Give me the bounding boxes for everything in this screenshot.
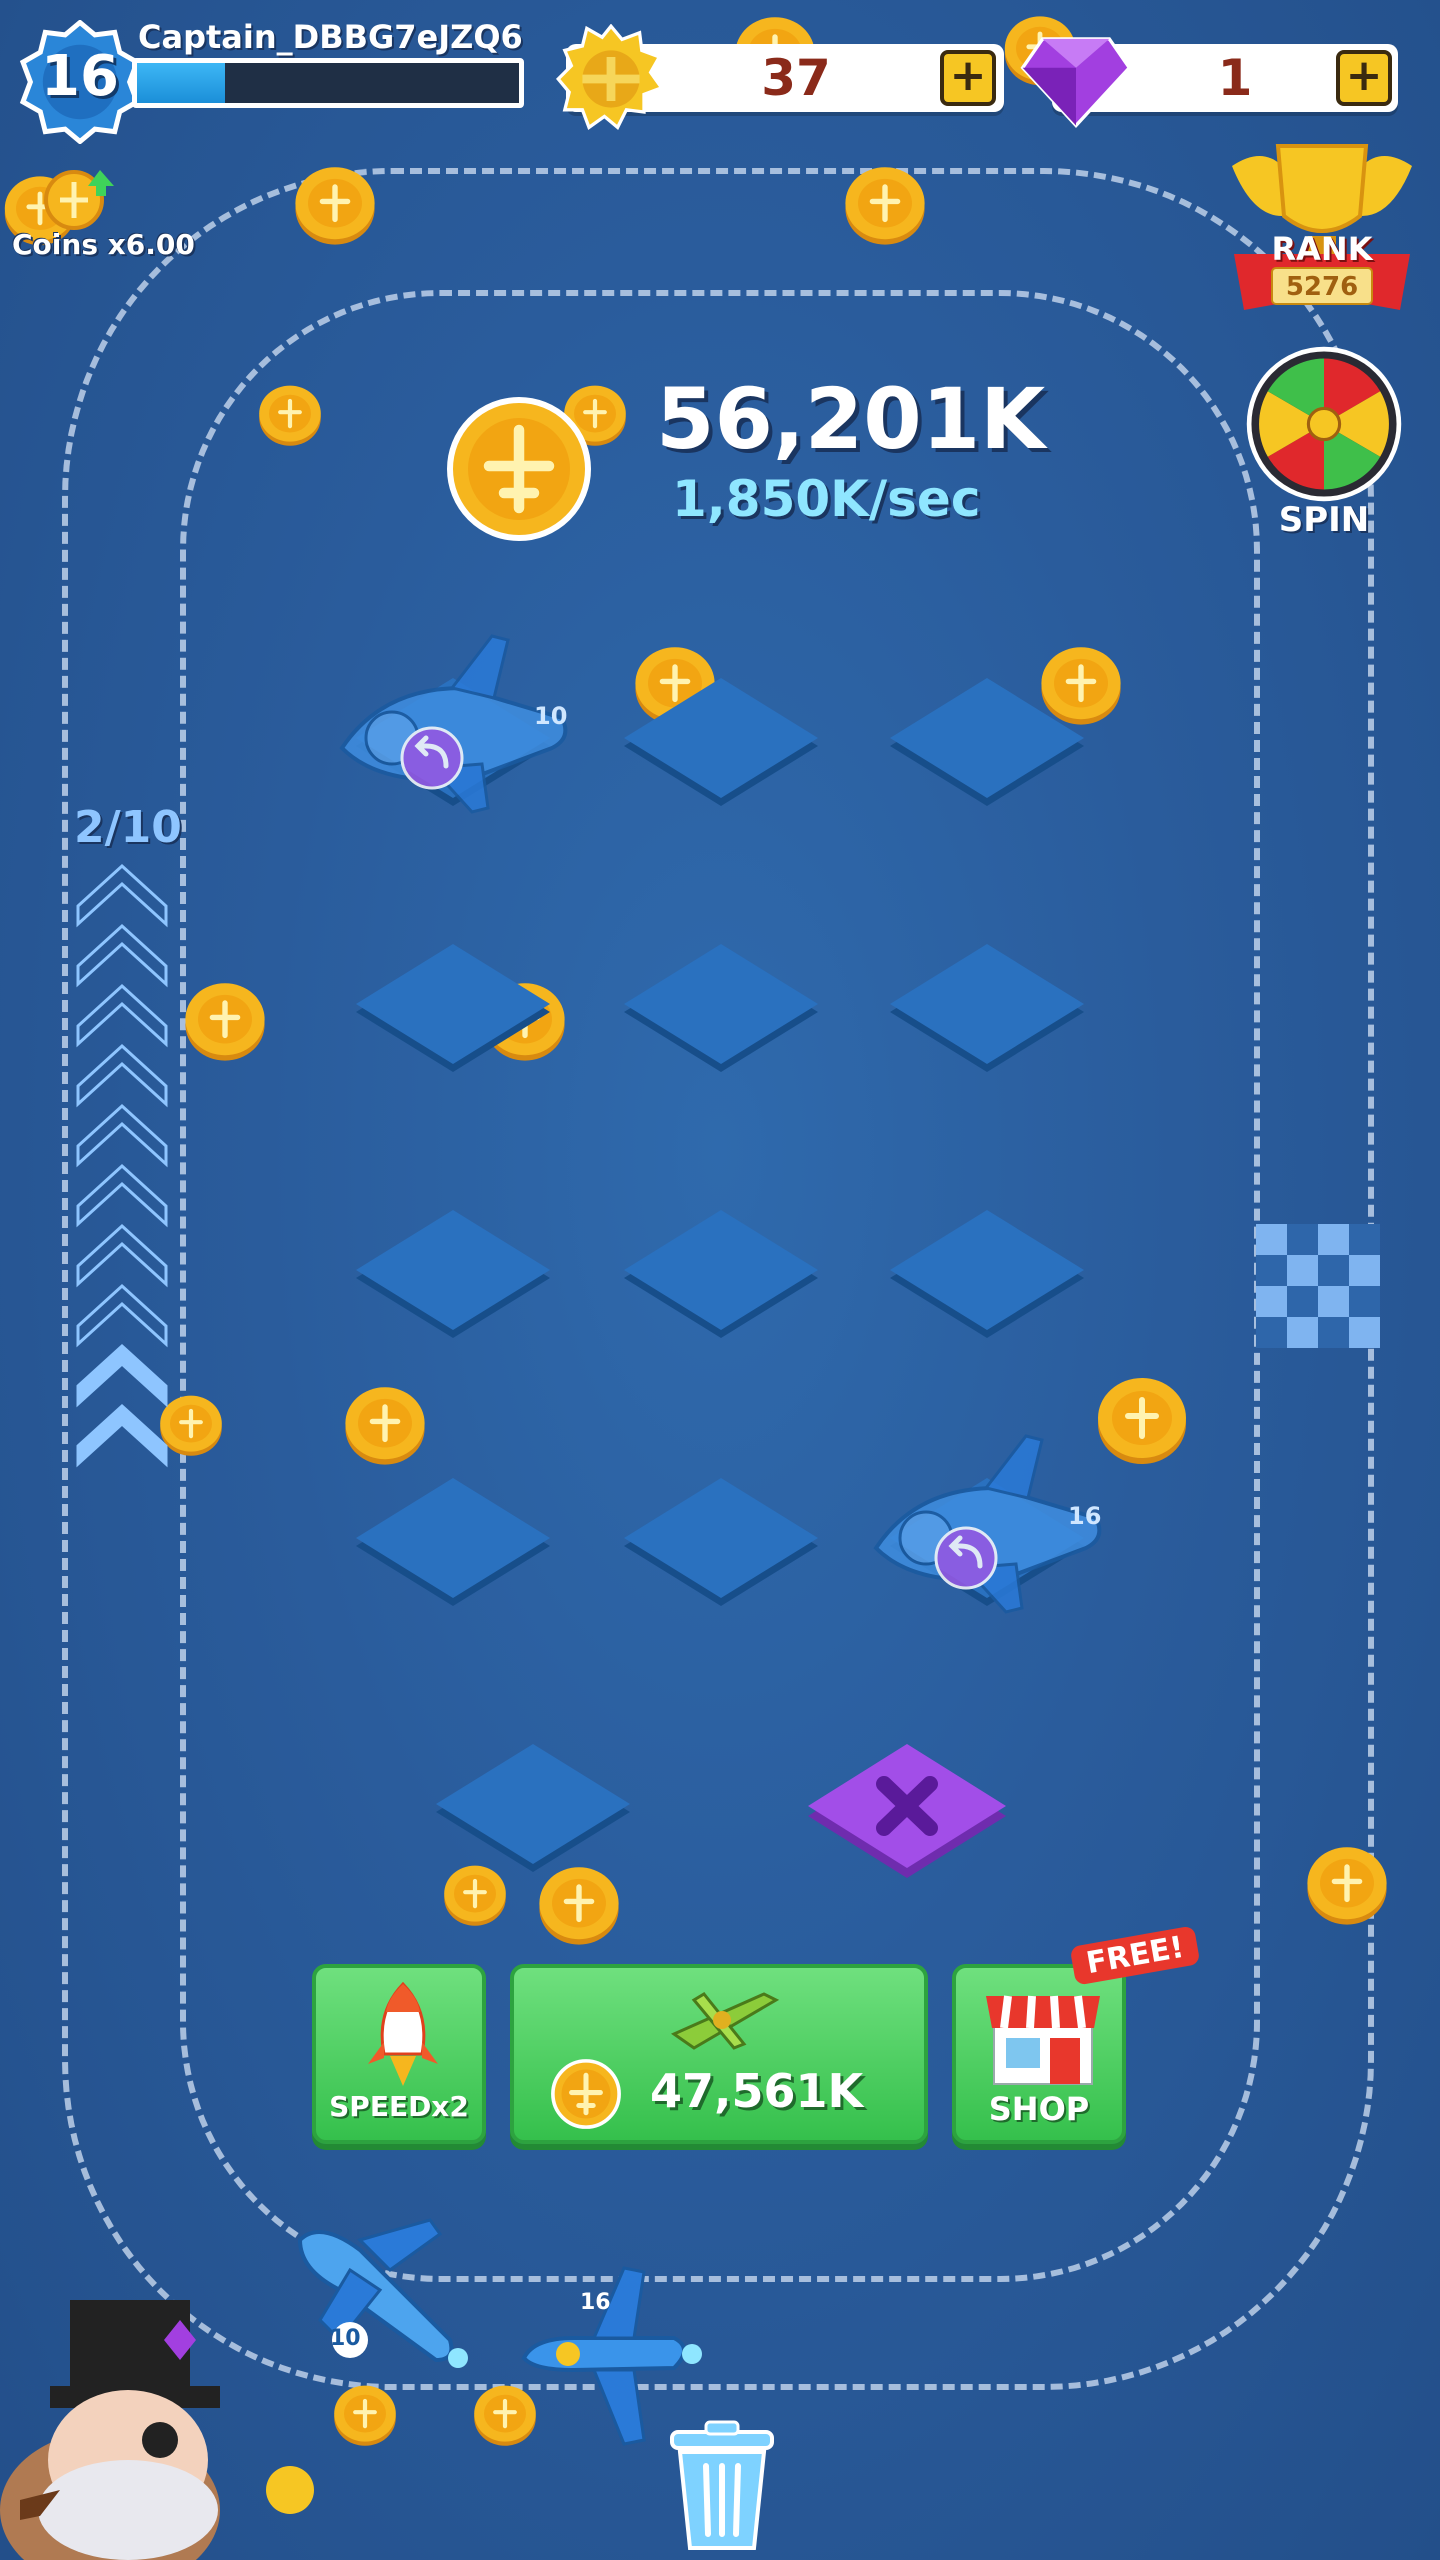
player-name: Captain_DBBG7eJZQ6 (138, 18, 523, 56)
speed-label: SPEEDx2 (329, 2090, 469, 2123)
spin-wheel-icon (1246, 346, 1402, 502)
grid-slot[interactable] (882, 944, 1092, 1094)
rank-label: RANK (1271, 230, 1373, 268)
chevron-icon (76, 863, 168, 928)
grid-slot[interactable] (882, 1210, 1092, 1360)
merge-plane-level: 10 (534, 702, 568, 730)
chevron-icon (76, 923, 168, 988)
coin-icon (1307, 1847, 1387, 1925)
chevron-icon (76, 983, 168, 1048)
add-gems-button[interactable]: + (1336, 50, 1392, 106)
grid-slot[interactable] (616, 1210, 826, 1360)
chevron-icon (76, 1343, 168, 1408)
captain-character (0, 2300, 314, 2560)
chevron-icon (76, 1223, 168, 1288)
rank-button[interactable]: RANK 5276 (1222, 136, 1422, 316)
recall-icon (934, 1526, 998, 1590)
speed-boost-button[interactable]: SPEEDx2 (312, 1964, 486, 2144)
coin-icon (845, 167, 925, 245)
gems-value: 1 (1217, 49, 1253, 107)
bottom-slot[interactable] (428, 1744, 638, 1894)
chevron-icon (76, 1163, 168, 1228)
chevron-icon (76, 1283, 168, 1348)
grid-slot[interactable] (348, 1478, 558, 1628)
level-number: 16 (41, 44, 119, 109)
gold-value: 37 (761, 49, 831, 107)
locked-slot[interactable] (800, 1744, 1014, 1898)
grid-slot[interactable] (348, 1210, 558, 1360)
rank-value: 5276 (1285, 272, 1359, 302)
buy-plane-button[interactable]: 47,561K (510, 1964, 928, 2144)
xp-bar-fill (137, 63, 225, 103)
shop-button[interactable]: SHOP (952, 1964, 1126, 2144)
coin-total: 56,201K (656, 370, 1046, 468)
grid-slot[interactable] (882, 678, 1092, 828)
merge-plane-level: 16 (1068, 1502, 1102, 1530)
wave-progress-chevrons (76, 863, 168, 1468)
gold-medal-icon (556, 24, 665, 131)
flying-plane-level: 16 (580, 2290, 611, 2315)
wave-progress-label: 2/10 (74, 802, 182, 853)
recall-icon (400, 726, 464, 790)
spin-label: SPIN (1278, 500, 1370, 540)
rocket-icon (368, 1982, 438, 2086)
chevron-icon (76, 1103, 168, 1168)
gem-icon (1020, 37, 1132, 129)
coin-icon (295, 167, 375, 245)
coin-icon (551, 2059, 621, 2129)
grid-slot[interactable] (348, 944, 558, 1094)
chevron-icon (76, 1403, 168, 1468)
checkered-flag-icon (1256, 1224, 1380, 1348)
grid-slot[interactable] (616, 944, 826, 1094)
shop-icon (986, 1995, 1100, 2085)
grid-slot[interactable] (616, 1478, 826, 1628)
chevron-icon (76, 1043, 168, 1108)
coin-icon (259, 385, 321, 446)
xp-bar (132, 58, 524, 108)
add-gold-button[interactable]: + (940, 50, 996, 106)
coin-icon (345, 1387, 425, 1465)
buy-price: 47,561K (650, 2064, 864, 2118)
coin-icon (334, 2385, 396, 2446)
coin-icon (447, 397, 591, 541)
shop-label: SHOP (988, 2090, 1090, 2128)
flying-plane-level: 10 (330, 2326, 361, 2351)
coin-rate: 1,850K/sec (672, 470, 981, 528)
coin-icon (185, 983, 265, 1061)
spin-button[interactable]: SPIN (1246, 346, 1402, 546)
trash-icon[interactable] (666, 2420, 778, 2552)
coins-multiplier: Coins x6.00 (12, 228, 195, 261)
coin-boost-icon (44, 170, 114, 230)
plane-icon (670, 1992, 780, 2050)
grid-slot[interactable] (616, 678, 826, 828)
